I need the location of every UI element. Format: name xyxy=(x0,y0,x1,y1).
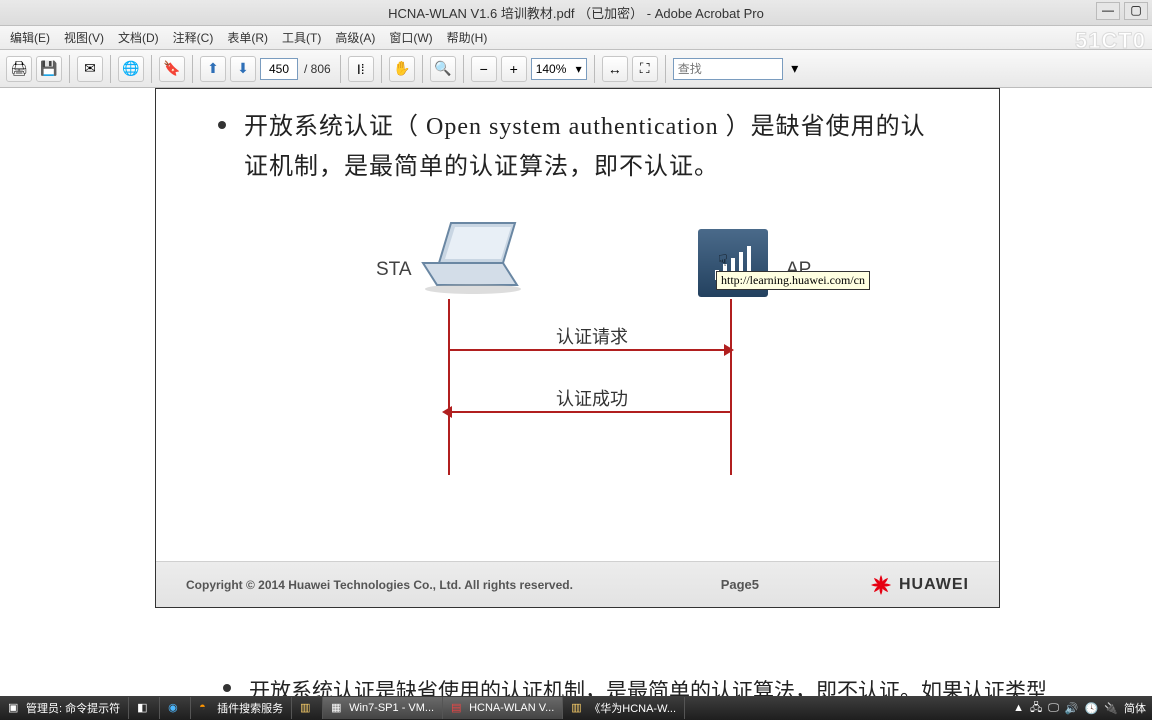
auth-diagram: STA AP ☟ http://learning.huawei.com/cn xyxy=(218,227,939,507)
huawei-flower-icon xyxy=(869,573,893,597)
menu-form[interactable]: 表单(R) xyxy=(221,27,274,48)
link-icon[interactable]: 🌐 xyxy=(118,56,144,82)
power-icon[interactable]: 🔌 xyxy=(1104,702,1118,715)
msg-auth-success: 认证成功 xyxy=(556,385,628,411)
tray-icon[interactable]: ▲ xyxy=(1013,702,1024,714)
task-cmd[interactable]: ▣管理员: 命令提示符 xyxy=(0,697,129,719)
page-down-icon[interactable]: ⬇ xyxy=(230,56,256,82)
zoom-in-icon[interactable]: + xyxy=(501,56,527,82)
task-vm[interactable]: ▦Win7-SP1 - VM... xyxy=(323,697,443,719)
page-total-label: / 806 xyxy=(304,62,331,76)
folder-icon: ▥ xyxy=(571,701,585,715)
corner-watermark: 51CT0 xyxy=(1075,28,1146,54)
find-input[interactable]: 查找 xyxy=(673,58,783,80)
menu-advanced[interactable]: 高级(A) xyxy=(329,27,381,48)
huawei-logo: HUAWEI xyxy=(869,573,969,597)
menu-tool[interactable]: 工具(T) xyxy=(276,27,327,48)
arrowhead-left-icon xyxy=(442,406,452,418)
arrow-success xyxy=(450,411,730,413)
bullet-icon xyxy=(218,121,226,129)
menu-view[interactable]: 视图(V) xyxy=(58,27,110,48)
globe-icon: ◉ xyxy=(168,701,182,715)
bookmark-icon[interactable]: 🔖 xyxy=(159,56,185,82)
network-icon[interactable]: 🖧 xyxy=(1030,699,1042,718)
menu-comment[interactable]: 注释(C) xyxy=(167,27,220,48)
lifeline-sta xyxy=(448,299,450,475)
task-firefox[interactable]: ◓插件搜索服务 xyxy=(191,697,292,719)
firefox-icon: ◓ xyxy=(199,701,213,715)
description-text: 开放系统认证是缺省使用的认证机制，是最简单的认证算法，即不认证。如果认证类型 xyxy=(249,674,1047,696)
folder-icon: ▥ xyxy=(300,701,314,715)
fit-width-icon[interactable]: ↔ xyxy=(602,56,628,82)
arrow-request xyxy=(450,349,730,351)
find-dropdown-icon[interactable]: ▾ xyxy=(787,56,803,82)
task-explorer[interactable]: ▥ xyxy=(292,697,323,719)
bullet-icon xyxy=(223,684,231,692)
copyright-text: Copyright © 2014 Huawei Technologies Co.… xyxy=(186,578,721,592)
display-icon[interactable]: 🖵 xyxy=(1048,702,1059,715)
slide-page-number: Page5 xyxy=(721,577,759,592)
msg-auth-request: 认证请求 xyxy=(556,323,628,349)
print-icon[interactable]: 🖨 xyxy=(6,56,32,82)
fit-page-icon[interactable]: ⛶ xyxy=(632,56,658,82)
huawei-text: HUAWEI xyxy=(899,576,969,594)
zoom-out-icon[interactable]: − xyxy=(471,56,497,82)
hand-cursor-icon: ☟ xyxy=(718,251,728,271)
menu-window[interactable]: 窗口(W) xyxy=(383,27,438,48)
zoom-select[interactable]: 140%▾ xyxy=(531,58,587,80)
text-select-icon[interactable]: I⁞ xyxy=(348,56,374,82)
window-titlebar: HCNA-WLAN V1.6 培训教材.pdf （已加密） - Adobe Ac… xyxy=(0,0,1152,26)
cmd-icon: ▣ xyxy=(8,701,22,715)
task-folder[interactable]: ▥《华为HCNA-W... xyxy=(563,697,685,719)
slide-bullet-text: 开放系统认证（ Open system authentication ）是缺省使… xyxy=(244,107,939,187)
slide-page: 开放系统认证（ Open system authentication ）是缺省使… xyxy=(155,88,1000,608)
app-icon: ◧ xyxy=(137,701,151,715)
volume-icon[interactable]: 🔊 xyxy=(1065,702,1079,715)
hand-tool-icon[interactable]: ✋ xyxy=(389,56,415,82)
clock-icon[interactable]: 🕓 xyxy=(1085,702,1099,715)
document-viewport[interactable]: learning.huawei.co 开放系统认证（ Open system a… xyxy=(0,88,1152,696)
system-tray[interactable]: ▲ 🖧 🖵 🔊 🕓 🔌 简体 xyxy=(1007,699,1152,718)
laptop-icon xyxy=(413,219,523,297)
save-icon[interactable]: 💾 xyxy=(36,56,62,82)
page-number-input[interactable] xyxy=(260,58,298,80)
minimize-button[interactable]: — xyxy=(1096,2,1120,20)
task-app1[interactable]: ◧ xyxy=(129,697,160,719)
sta-label: STA xyxy=(376,259,412,281)
ime-indicator[interactable]: 简体 xyxy=(1124,700,1146,716)
menu-help[interactable]: 帮助(H) xyxy=(441,27,494,48)
slide-footer: Copyright © 2014 Huawei Technologies Co.… xyxy=(156,561,999,607)
menu-edit[interactable]: 编辑(E) xyxy=(4,27,56,48)
menu-document[interactable]: 文档(D) xyxy=(112,27,165,48)
url-tooltip: http://learning.huawei.com/cn xyxy=(716,271,870,290)
main-toolbar: 🖨 💾 ✉ 🌐 🔖 ⬆ ⬇ / 806 I⁞ ✋ 🔍 − + 140%▾ ↔ ⛶… xyxy=(0,50,1152,88)
envelope-icon[interactable]: ✉ xyxy=(77,56,103,82)
description-block: 开放系统认证是缺省使用的认证机制，是最简单的认证算法，即不认证。如果认证类型 xyxy=(155,648,1000,696)
lifeline-ap xyxy=(730,299,732,475)
window-title: HCNA-WLAN V1.6 培训教材.pdf （已加密） - Adobe Ac… xyxy=(388,3,764,22)
vmware-icon: ▦ xyxy=(331,701,345,715)
task-pdf[interactable]: ▤HCNA-WLAN V... xyxy=(443,697,563,719)
windows-taskbar: ▣管理员: 命令提示符 ◧ ◉ ◓插件搜索服务 ▥ ▦Win7-SP1 - VM… xyxy=(0,696,1152,720)
maximize-button[interactable]: ▢ xyxy=(1124,2,1148,20)
marquee-zoom-icon[interactable]: 🔍 xyxy=(430,56,456,82)
arrowhead-right-icon xyxy=(724,344,734,356)
menu-bar: 编辑(E) 视图(V) 文档(D) 注释(C) 表单(R) 工具(T) 高级(A… xyxy=(0,26,1152,50)
task-browser[interactable]: ◉ xyxy=(160,697,191,719)
pdf-icon: ▤ xyxy=(451,701,465,715)
page-up-icon[interactable]: ⬆ xyxy=(200,56,226,82)
